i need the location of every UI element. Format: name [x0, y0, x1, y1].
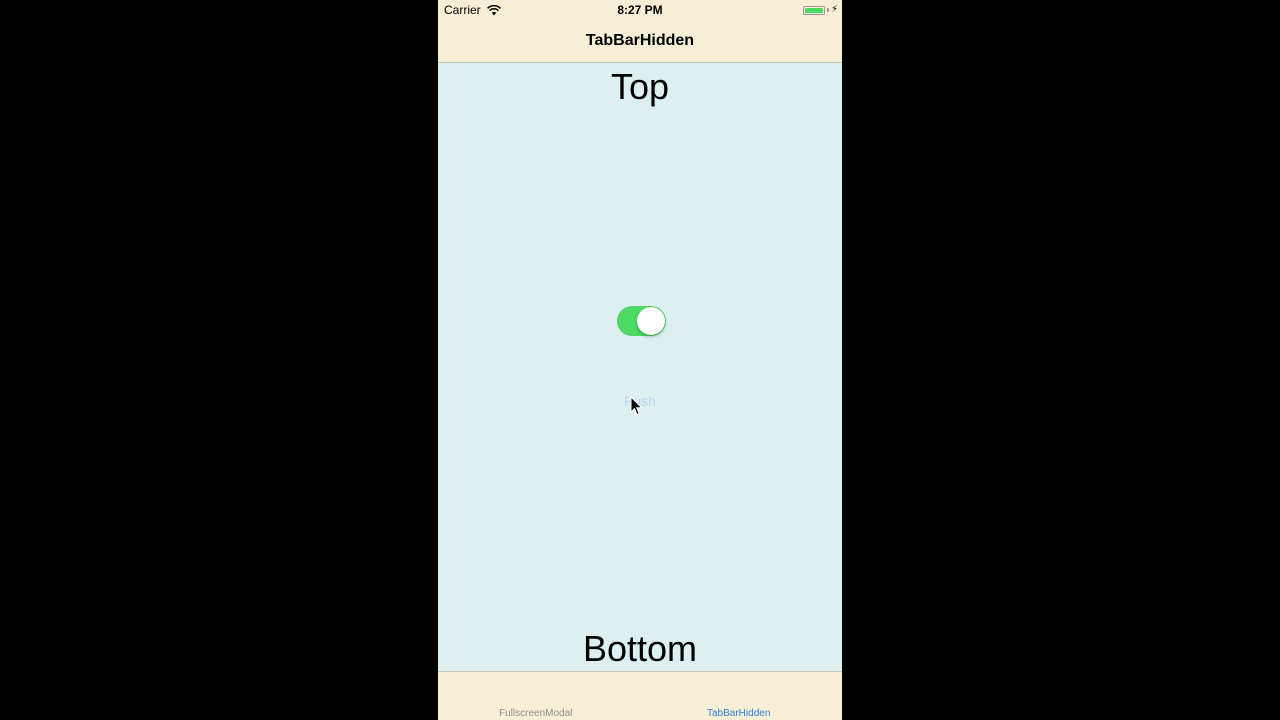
status-bar: Carrier 8:27 PM ⚡ [438, 0, 842, 20]
toggle-knob [637, 307, 665, 335]
battery-icon [802, 5, 825, 15]
toggle-switch[interactable] [617, 306, 666, 336]
mouse-cursor-icon [630, 396, 642, 416]
bolt-icon: ⚡ [830, 4, 838, 15]
bottom-label: Bottom [582, 628, 698, 669]
battery-indicator: ⚡ [802, 4, 838, 15]
phone-screen: Carrier 8:27 PM ⚡ TabBarHidden Top Push … [438, 0, 842, 720]
status-time: 8:27 PM [617, 3, 663, 17]
navigation-bar: TabBarHidden [438, 20, 842, 63]
tab-tabbar-hidden[interactable]: TabBarHidden [707, 708, 770, 719]
battery-level [804, 7, 823, 13]
top-label: Top [610, 66, 670, 107]
tab-bar: FullscreenModal TabBarHidden [438, 671, 842, 720]
tab-fullscreen-modal[interactable]: FullscreenModal [499, 708, 572, 719]
nav-title: TabBarHidden [585, 32, 695, 49]
battery-tip [826, 8, 829, 12]
